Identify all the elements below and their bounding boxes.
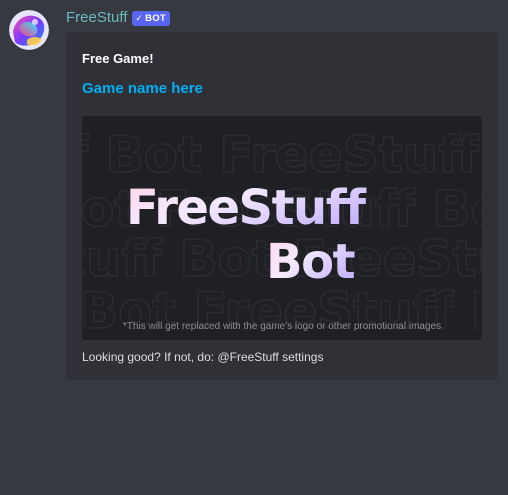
username[interactable]: FreeStuff xyxy=(66,8,127,28)
logo-line-2: Bot xyxy=(266,234,355,290)
embed-image[interactable]: uff Bot FreeStuff Bot Bot FreeStuff Bot … xyxy=(82,116,482,340)
svg-text:uff Bot FreeStuff Bot: uff Bot FreeStuff Bot xyxy=(82,126,482,184)
embed-title: Free Game! xyxy=(82,51,154,66)
game-name-link[interactable]: Game name here xyxy=(82,80,203,97)
message-header: FreeStuff ✓ BOT xyxy=(66,8,170,28)
bot-avatar[interactable] xyxy=(9,10,49,50)
logo-line-1: FreeStuff xyxy=(126,180,367,236)
embed-footer-text: Looking good? If not, do: @FreeStuff set… xyxy=(82,350,324,364)
bot-tag-label: BOT xyxy=(145,12,166,24)
verified-check-icon: ✓ xyxy=(135,12,144,23)
freestuff-bot-logo-image: uff Bot FreeStuff Bot Bot FreeStuff Bot … xyxy=(82,125,482,340)
image-caption: *This will get replaced with the game's … xyxy=(122,321,442,332)
bot-tag: ✓ BOT xyxy=(132,10,170,26)
embed: Free Game! Game name here uff Bot FreeSt… xyxy=(66,32,498,380)
avatar-blob-icon xyxy=(9,10,49,50)
chat-message: FreeStuff ✓ BOT Free Game! Game name her… xyxy=(0,0,508,495)
